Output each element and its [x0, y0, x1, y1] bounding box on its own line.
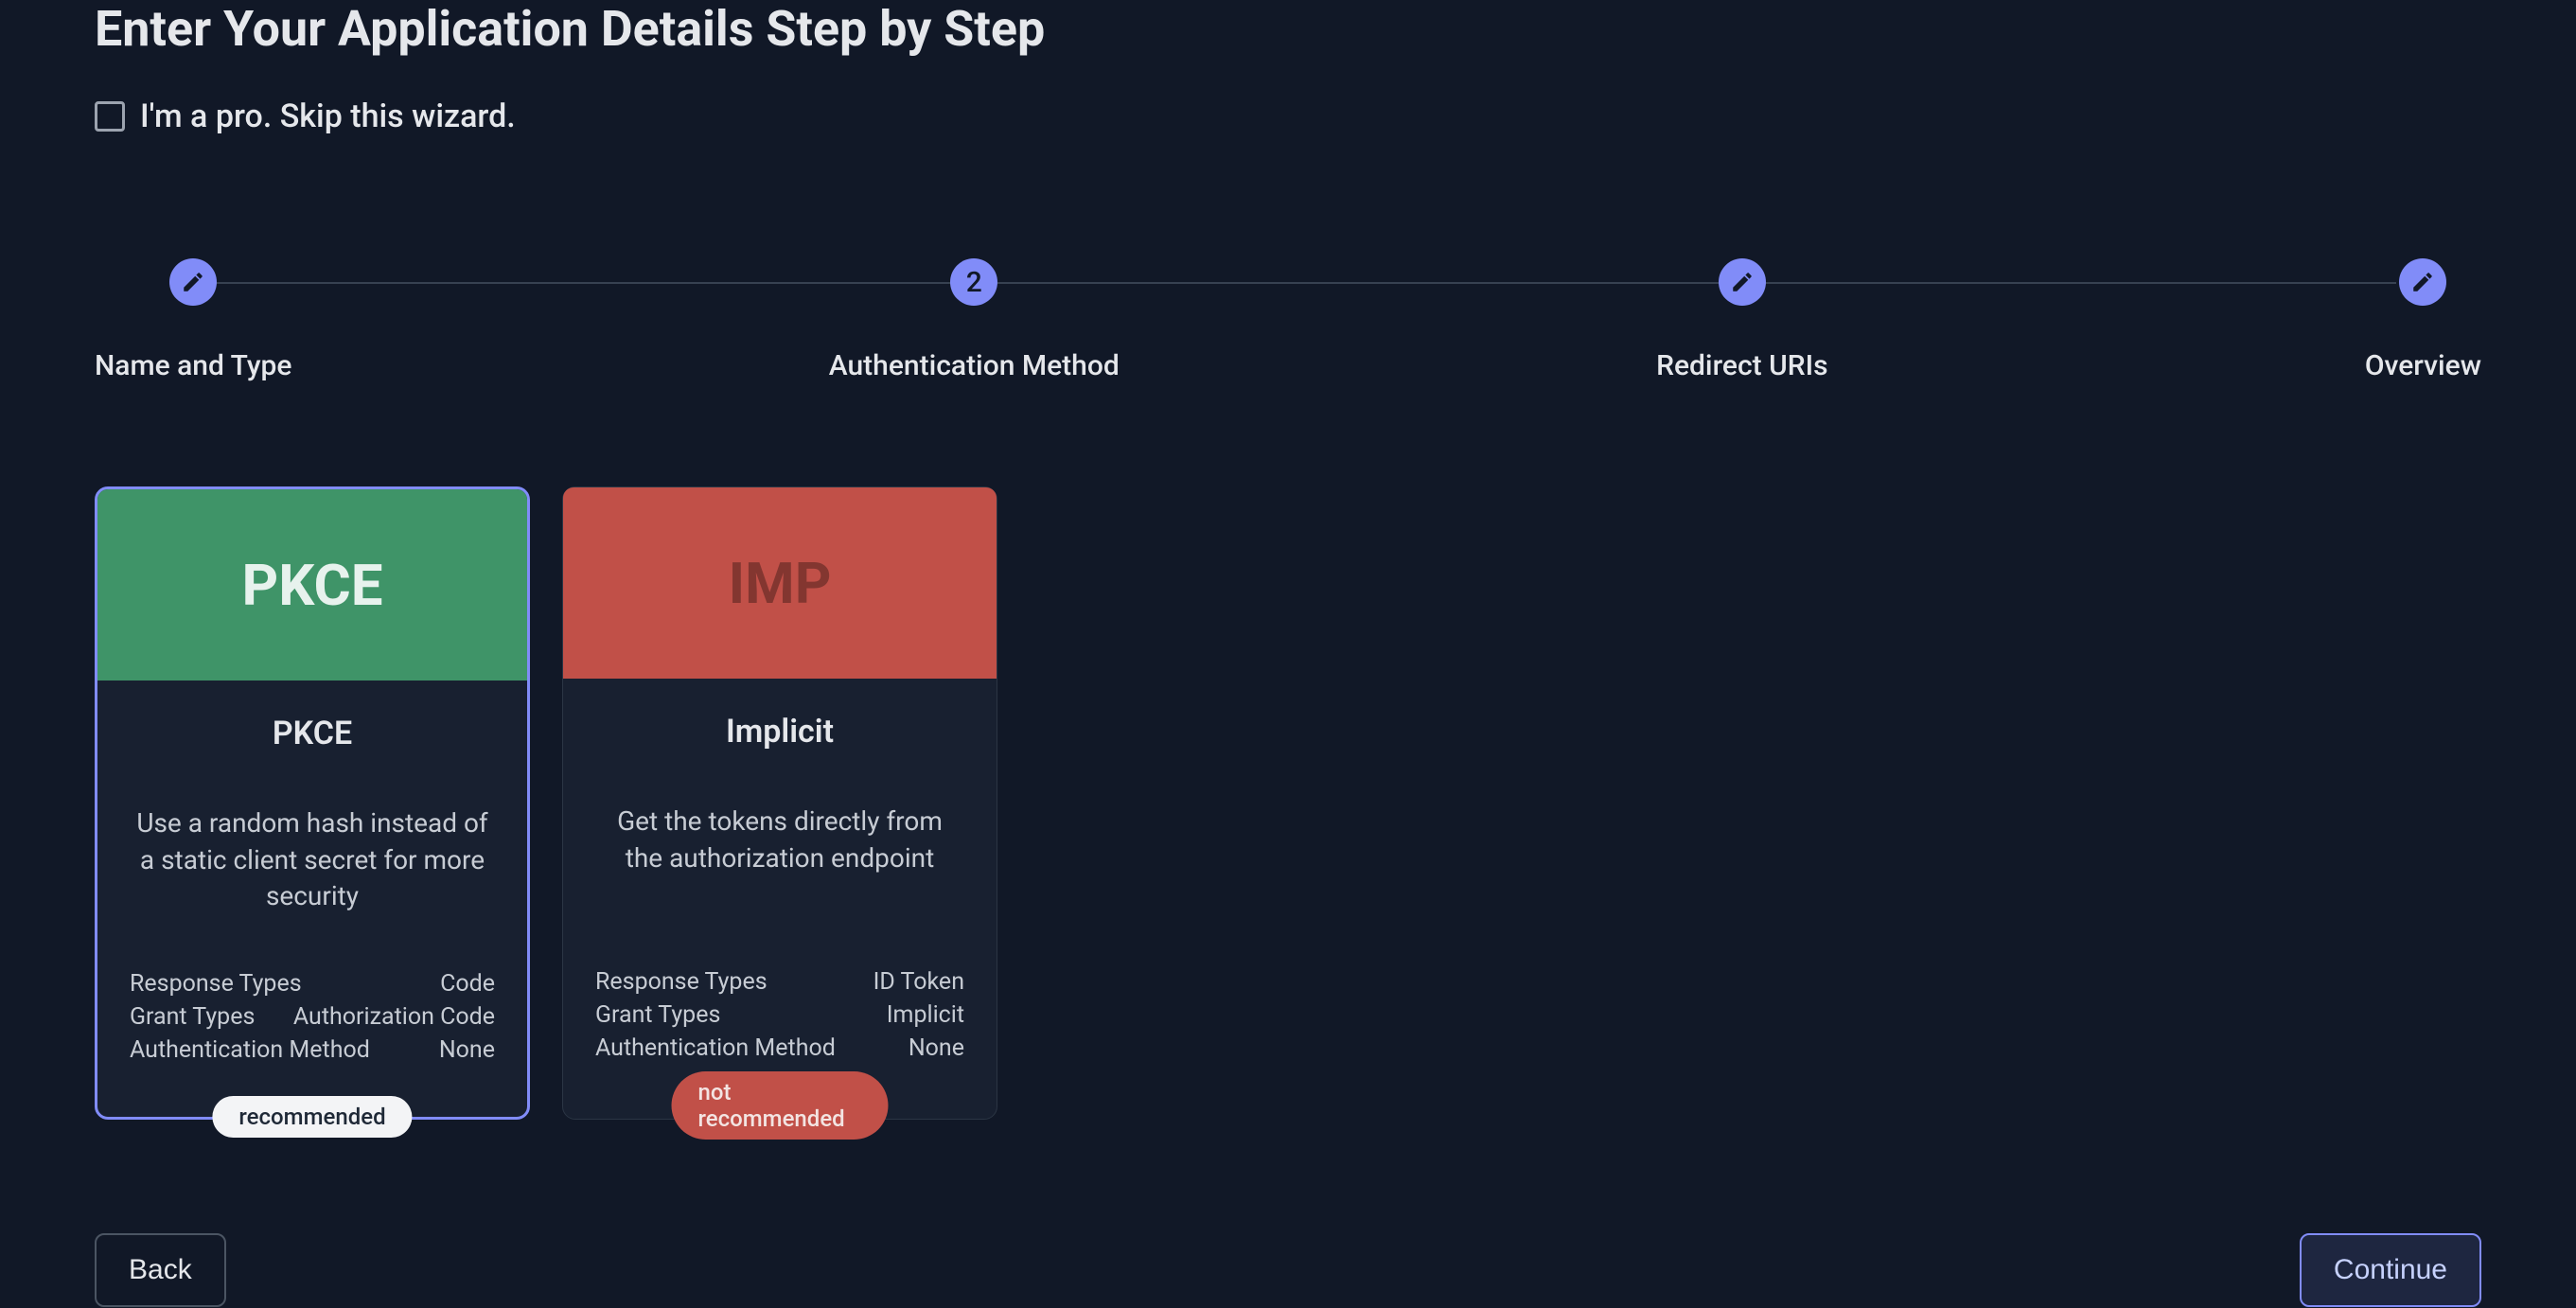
detail-value: None: [909, 1034, 964, 1062]
pencil-icon: [2399, 258, 2446, 306]
auth-method-cards: PKCE PKCE Use a random hash instead of a…: [95, 486, 2481, 1120]
step-overview[interactable]: Overview: [2365, 258, 2481, 382]
detail-label: Grant Types: [595, 1001, 720, 1029]
wizard-footer: Back Continue: [95, 1233, 2481, 1307]
card-pkce[interactable]: PKCE PKCE Use a random hash instead of a…: [95, 486, 530, 1120]
continue-button[interactable]: Continue: [2300, 1233, 2481, 1307]
page-title: Enter Your Application Details Step by S…: [95, 0, 2481, 58]
detail-label: Response Types: [595, 968, 768, 996]
card-implicit[interactable]: IMP Implicit Get the tokens directly fro…: [562, 486, 997, 1120]
detail-value: ID Token: [873, 968, 964, 996]
card-details: Response Types Code Grant Types Authoriz…: [130, 970, 495, 1064]
card-header: IMP: [563, 487, 997, 679]
card-header-text: IMP: [729, 550, 832, 617]
detail-row-auth-method: Authentication Method None: [130, 1036, 495, 1064]
step-label: Name and Type: [95, 349, 291, 382]
pencil-icon: [1719, 258, 1766, 306]
detail-row-response-types: Response Types Code: [130, 970, 495, 998]
detail-row-response-types: Response Types ID Token: [595, 968, 964, 996]
detail-label: Grant Types: [130, 1003, 255, 1031]
detail-label: Authentication Method: [130, 1036, 370, 1064]
skip-wizard-row[interactable]: I'm a pro. Skip this wizard.: [95, 97, 2481, 135]
step-redirect-uris[interactable]: Redirect URIs: [1656, 258, 1827, 382]
step-authentication-method[interactable]: 2 Authentication Method: [829, 258, 1120, 382]
card-details: Response Types ID Token Grant Types Impl…: [595, 968, 964, 1062]
card-header: PKCE: [97, 489, 527, 681]
step-label: Redirect URIs: [1656, 349, 1827, 382]
skip-wizard-checkbox[interactable]: [95, 101, 125, 132]
recommended-badge: recommended: [212, 1096, 412, 1138]
detail-label: Authentication Method: [595, 1034, 836, 1062]
detail-value: None: [439, 1036, 495, 1064]
back-button[interactable]: Back: [95, 1233, 226, 1307]
not-recommended-badge: not recommended: [672, 1071, 889, 1140]
wizard-stepper: Name and Type 2 Authentication Method Re…: [95, 258, 2481, 382]
detail-row-grant-types: Grant Types Authorization Code: [130, 1003, 495, 1031]
detail-value: Code: [440, 970, 495, 998]
card-title: Implicit: [726, 713, 834, 751]
detail-label: Response Types: [130, 970, 302, 998]
detail-value: Implicit: [887, 1001, 964, 1029]
step-label: Overview: [2365, 349, 2481, 382]
step-name-and-type[interactable]: Name and Type: [95, 258, 291, 382]
detail-value: Authorization Code: [293, 1003, 495, 1031]
card-header-text: PKCE: [242, 552, 383, 619]
card-title: PKCE: [273, 715, 352, 752]
card-description: Use a random hash instead of a static cl…: [130, 805, 495, 928]
card-description: Get the tokens directly from the authori…: [595, 804, 964, 927]
detail-row-grant-types: Grant Types Implicit: [595, 1001, 964, 1029]
step-label: Authentication Method: [829, 349, 1120, 382]
pencil-icon: [169, 258, 217, 306]
skip-wizard-label: I'm a pro. Skip this wizard.: [140, 97, 516, 135]
step-number-icon: 2: [950, 258, 997, 306]
detail-row-auth-method: Authentication Method None: [595, 1034, 964, 1062]
